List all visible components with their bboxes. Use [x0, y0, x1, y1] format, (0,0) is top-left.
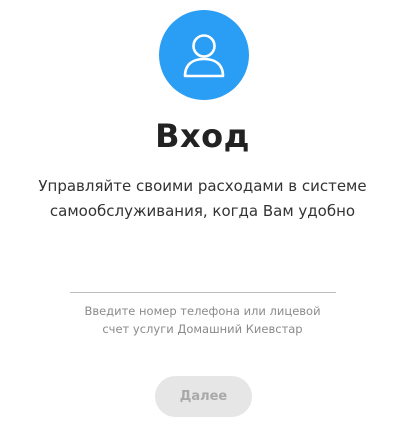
subtitle-line: Управляйте своими расходами в системе [38, 177, 367, 195]
phone-or-account-input[interactable] [70, 262, 336, 293]
subtitle-line: самообслуживания, когда Вам удобно [49, 202, 356, 220]
user-icon [183, 34, 225, 78]
hint-line: Введите номер телефона или лицевой [84, 304, 321, 318]
input-hint: Введите номер телефона или лицевой счет … [0, 302, 405, 338]
avatar [159, 10, 249, 100]
next-button[interactable]: Далее [155, 376, 252, 417]
page-title: Вход [155, 117, 250, 155]
login-page: Вход Управляйте своими расходами в систе… [0, 0, 405, 431]
hint-line: счет услуги Домашний Киевстар [102, 322, 303, 336]
page-subtitle: Управляйте своими расходами в системе са… [0, 174, 405, 224]
